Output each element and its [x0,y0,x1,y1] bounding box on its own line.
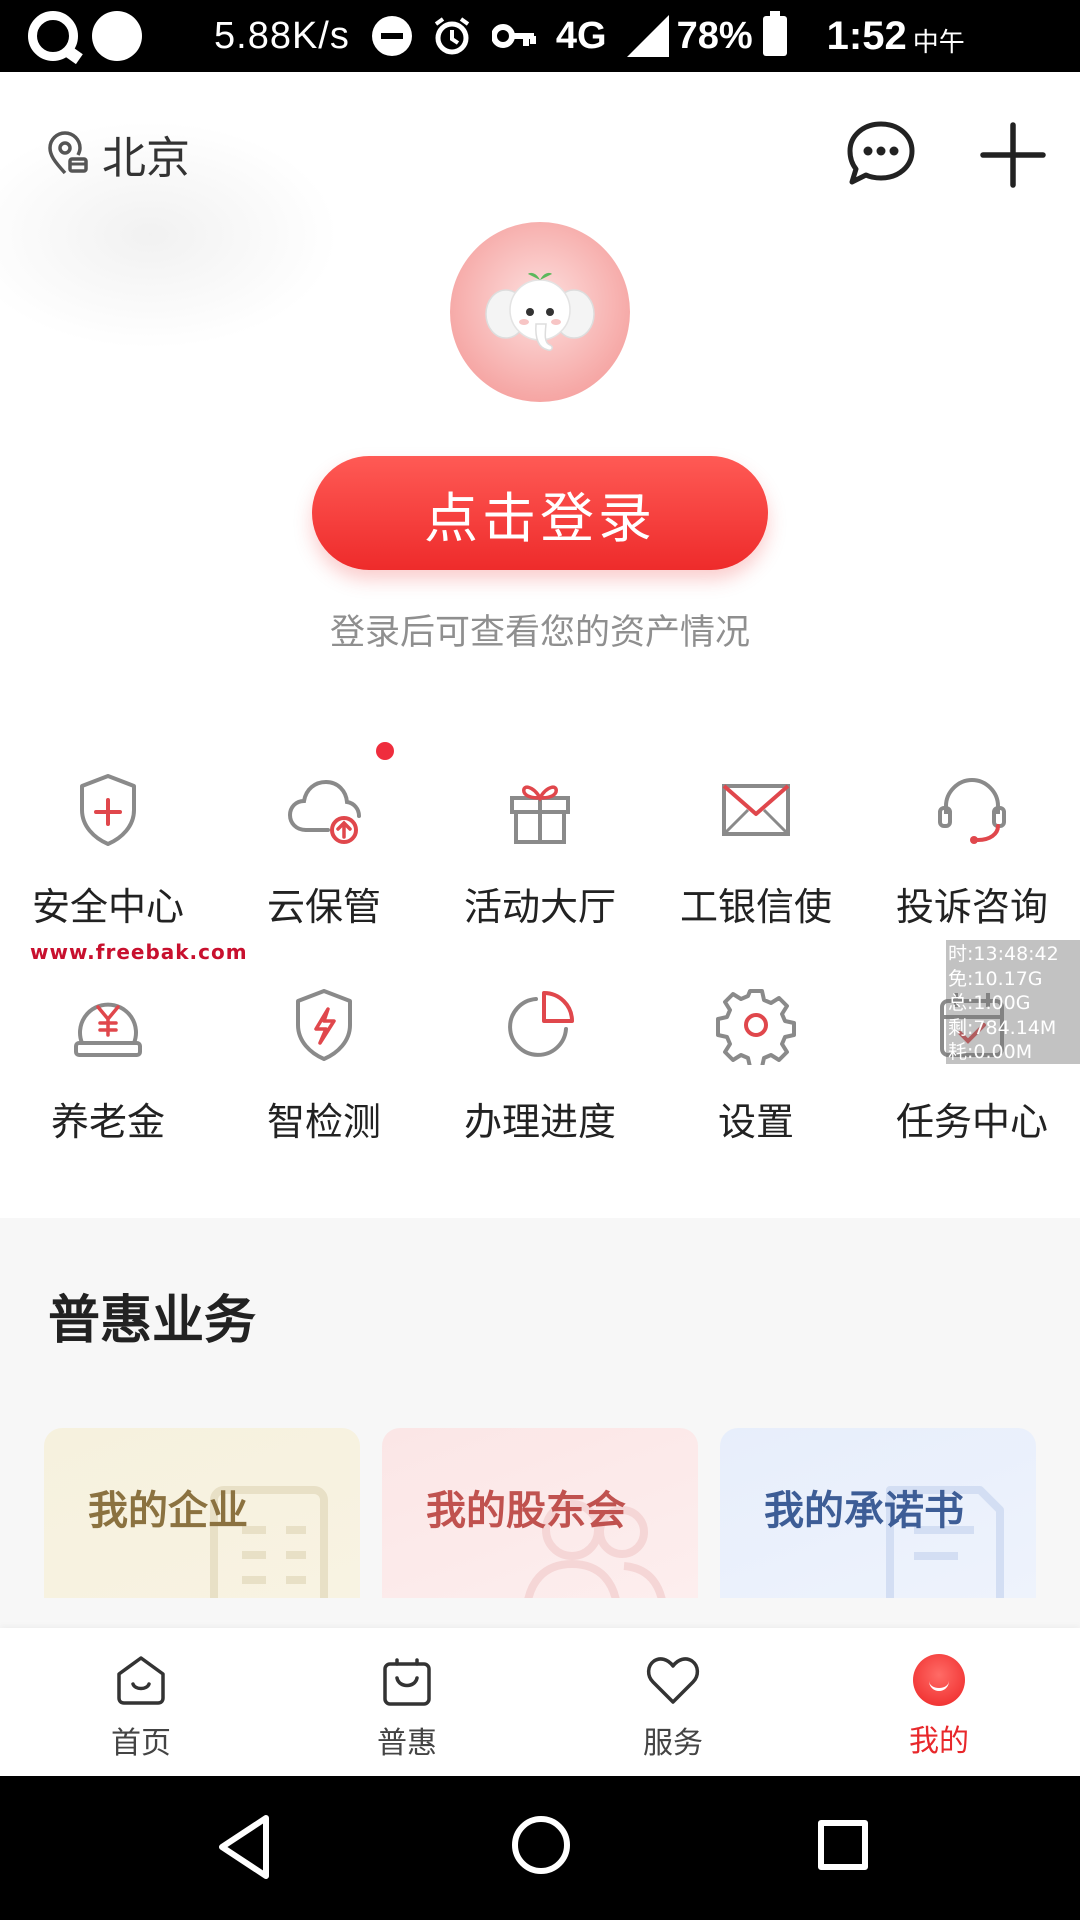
stat-line: 免:10.17G [948,967,1043,990]
alarm-icon [434,17,470,55]
recent-apps-icon[interactable] [818,1820,868,1870]
grid-item-progress[interactable]: 办理进度 [432,955,648,1170]
grid-item-label: 任务中心 [895,1100,1048,1144]
network-type: 4G [555,14,607,57]
grid-item-label: 养老金 [50,1100,165,1144]
gift-icon [510,785,570,844]
tab-service[interactable]: 服务 [540,1628,806,1776]
home-button-icon[interactable] [512,1816,570,1874]
message-icon[interactable] [846,120,916,186]
grid-item-label: 安全中心 [31,885,184,929]
section-title: 普惠业务 [48,1291,257,1351]
card-my-shareholders[interactable]: 我的股东会 [382,1428,698,1598]
stat-line: 剩:784.14M [948,1016,1057,1039]
login-hint: 登录后可查看您的资产情况 [329,613,750,653]
puhui-section: 普惠业务 我的企业 我的股东会 我的承诺书 [0,1218,1080,1628]
shield-plus-icon [80,774,136,846]
grid-item-complaint[interactable]: 投诉咨询 [864,740,1080,955]
cloud-upload-icon [287,779,361,844]
grid-item-cloud-custody[interactable]: 云保管 [216,740,432,955]
dnd-icon [371,16,412,56]
back-icon[interactable] [214,1812,274,1882]
bag-icon [383,1658,431,1706]
elephant-mascot-icon [485,272,595,351]
headset-icon [938,777,1006,844]
app-notification-icon [28,11,78,61]
grid-item-label: 智检测 [266,1100,381,1144]
stat-line: 时:13:48:42 [948,943,1059,965]
login-button[interactable]: 点击登录 [312,456,768,570]
location-pin-icon [48,131,88,175]
signal-icon [626,15,669,57]
shield-lightning-icon [296,989,352,1061]
home-icon [117,1656,165,1705]
battery-icon [762,11,787,56]
bottom-tab-bar: 首页 普惠 服务 我的 [0,1628,1080,1776]
grid-item-label: 工银信使 [679,885,832,929]
location-selector[interactable]: 北京 [44,122,190,186]
heart-icon [646,1657,700,1704]
grid-item-label: 办理进度 [463,1100,616,1144]
card-label: 我的承诺书 [764,1488,964,1534]
header: 北京 [0,72,1080,232]
tab-me[interactable]: 我的 [806,1628,1072,1776]
battery-level: 78% [676,14,753,57]
key-icon [491,24,536,48]
grid-item-settings[interactable]: 设置 [648,955,864,1170]
avatar[interactable] [450,222,630,402]
pie-progress-icon [508,991,574,1057]
grid-item-label: 投诉咨询 [895,885,1048,929]
grid-item-label: 活动大厅 [463,885,616,929]
grid-item-smart-check[interactable]: 智检测 [216,955,432,1170]
grid-item-icbc-messenger[interactable]: 工银信使 [648,740,864,955]
tab-home[interactable]: 首页 [8,1628,274,1776]
card-my-enterprise[interactable]: 我的企业 [44,1428,360,1598]
card-label: 我的股东会 [426,1488,626,1534]
notification-badge [376,742,394,760]
add-icon[interactable] [980,122,1046,188]
card-my-commitment[interactable]: 我的承诺书 [720,1428,1036,1598]
tab-label: 我的 [909,1724,969,1759]
tab-label: 普惠 [377,1726,437,1761]
grid-item-security-center[interactable]: 安全中心 [0,740,216,955]
notification-dot-icon [92,11,142,61]
card-label: 我的企业 [88,1488,248,1534]
grid-item-label: 云保管 [266,885,381,929]
yuan-coin-icon [74,1002,142,1057]
gear-icon [716,989,796,1065]
stat-line: 总:1.00G [948,992,1031,1014]
grid-item-pension[interactable]: 养老金 [0,955,216,1170]
grid-item-activity-hall[interactable]: 活动大厅 [432,740,648,955]
me-icon [913,1654,965,1706]
clock: 1:52 [826,13,907,58]
network-speed: 5.88K/s [214,14,350,57]
status-bar: 5.88K/s 4G 78% 1:52 中午 [0,0,1080,72]
tab-label: 首页 [111,1726,171,1761]
tab-puhui[interactable]: 普惠 [274,1628,540,1776]
clock-period: 中午 [912,26,965,57]
watermark: www.freebak.com [30,940,248,964]
envelope-icon [722,784,790,836]
memory-stats-overlay: 时:13:48:42 免:10.17G 总:1.00G 剩:784.14M 耗:… [946,940,1080,1064]
grid-item-label: 设置 [717,1100,794,1144]
tab-label: 服务 [643,1726,703,1761]
stat-line: 耗:0.00M [948,1041,1033,1063]
system-nav-bar [0,1776,1080,1920]
location-label: 北京 [102,133,190,184]
